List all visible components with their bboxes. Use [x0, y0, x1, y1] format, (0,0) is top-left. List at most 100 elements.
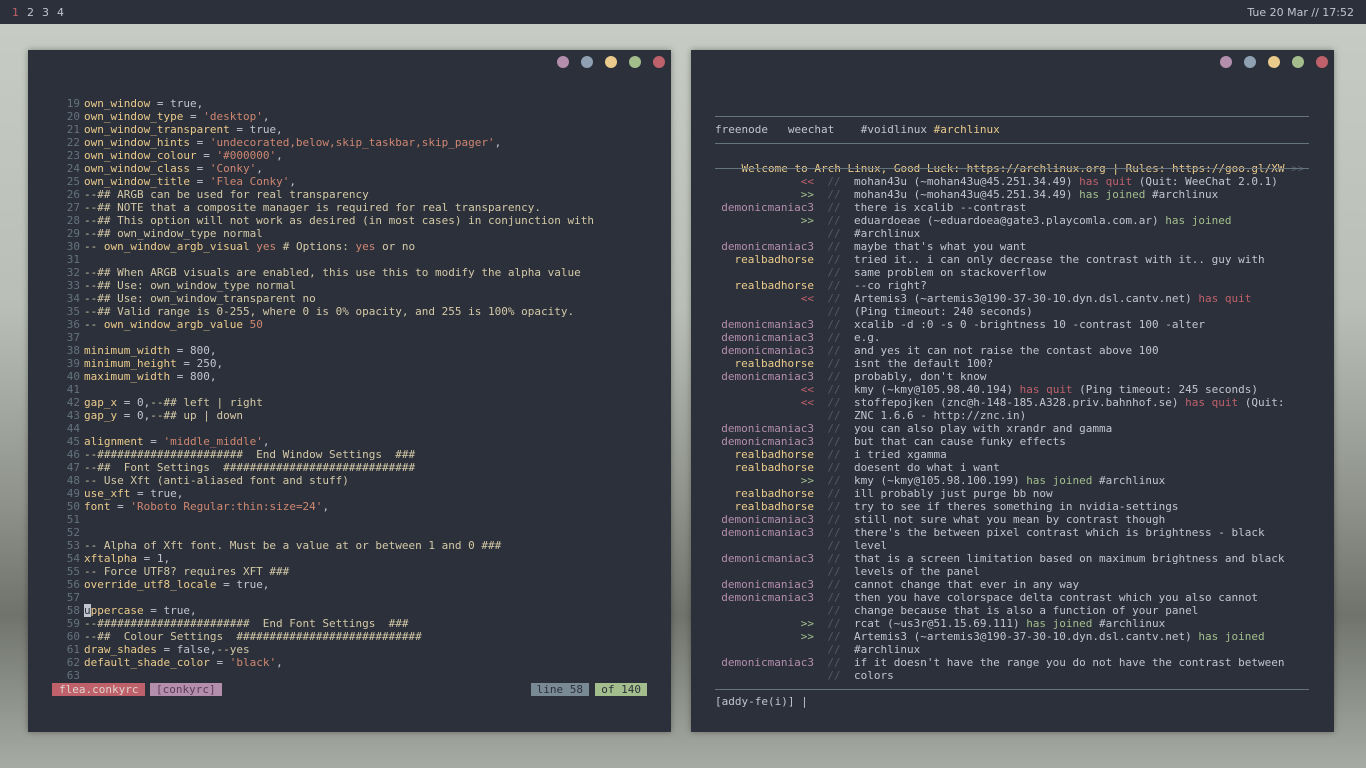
code-area[interactable]: 19 own_window = true, 20 own_window_type = …: [56, 97, 656, 682]
code-line[interactable]: 35 --## Valid range is 0-255, where 0 is …: [56, 305, 656, 318]
chat-window[interactable]: freenode weechat #voidlinux #archlinux W…: [691, 50, 1334, 732]
code-text: --## Use: own_window_transparent no: [84, 292, 316, 305]
chat-nick: realbadhorse: [734, 279, 814, 292]
code-line[interactable]: 57: [56, 591, 656, 604]
chat-message-text: still not sure what you mean by contrast…: [854, 513, 1166, 526]
workspace-4[interactable]: 4: [57, 6, 64, 19]
chat-separator: //: [827, 409, 841, 422]
buffer-freenode[interactable]: freenode: [715, 123, 768, 136]
window-button-1[interactable]: [557, 56, 569, 68]
code-line[interactable]: 41: [56, 383, 656, 396]
code-line[interactable]: 60 --## Colour Settings #################…: [56, 630, 656, 643]
code-line[interactable]: 39 minimum_height = 250,: [56, 357, 656, 370]
code-line[interactable]: 59 --####################### End Font Set…: [56, 617, 656, 630]
window-button-1[interactable]: [1220, 56, 1232, 68]
window-button-5[interactable]: [653, 56, 665, 68]
window-button-2[interactable]: [581, 56, 593, 68]
code-text: gap_y = 0,--## up | down: [84, 409, 243, 422]
code-line[interactable]: 58 uppercase = true,: [56, 604, 656, 617]
chat-separator: //: [827, 292, 841, 305]
chat-line: demonicmaniac3 // then you have colorspace…: [715, 591, 1311, 604]
window-button-2[interactable]: [1244, 56, 1256, 68]
code-line[interactable]: 48 -- Use Xft (anti-aliased font and stuf…: [56, 474, 656, 487]
code-line[interactable]: 33 --## Use: own_window_type normal: [56, 279, 656, 292]
code-line[interactable]: 29 --## own_window_type normal: [56, 227, 656, 240]
chat-line: // change because that is also a function…: [715, 604, 1311, 617]
code-line[interactable]: 50 font = 'Roboto Regular:thin:size=24',: [56, 500, 656, 513]
code-line[interactable]: 31: [56, 253, 656, 266]
code-line[interactable]: 54 xftalpha = 1,: [56, 552, 656, 565]
message-input[interactable]: [addy-fe(i)] |: [715, 695, 808, 708]
workspace-3[interactable]: 3: [42, 6, 49, 19]
code-line[interactable]: 36 -- own_window_argb_value 50: [56, 318, 656, 331]
window-button-5[interactable]: [1316, 56, 1328, 68]
code-line[interactable]: 25 own_window_title = 'Flea Conky',: [56, 175, 656, 188]
code-line[interactable]: 44: [56, 422, 656, 435]
code-line[interactable]: 53 -- Alpha of Xft font. Must be a value …: [56, 539, 656, 552]
chat-line: // ZNC 1.6.6 - http://znc.in): [715, 409, 1311, 422]
code-line[interactable]: 47 --## Font Settings ###################…: [56, 461, 656, 474]
code-line[interactable]: 37: [56, 331, 656, 344]
code-text: alignment = 'middle_middle',: [84, 435, 270, 448]
code-line[interactable]: 56 override_utf8_locale = true,: [56, 578, 656, 591]
workspace-2[interactable]: 2: [27, 6, 34, 19]
buffer-voidlinux[interactable]: #voidlinux: [861, 123, 927, 136]
chat-event: has quit: [1019, 383, 1073, 396]
chat-message: mohan43u (~mohan43u@45.251.34.49) has qu…: [854, 175, 1278, 188]
editor-window[interactable]: 19 own_window = true, 20 own_window_type = …: [28, 50, 671, 732]
chat-message: but that can cause funky effects: [854, 435, 1066, 448]
chat-nick: demonicmaniac3: [721, 318, 814, 331]
code-line[interactable]: 61 draw_shades = false,--yes: [56, 643, 656, 656]
code-line[interactable]: 21 own_window_transparent = true,: [56, 123, 656, 136]
code-line[interactable]: 51: [56, 513, 656, 526]
code-line[interactable]: 28 --## This option will not work as desi…: [56, 214, 656, 227]
window-button-3[interactable]: [605, 56, 617, 68]
window-button-4[interactable]: [629, 56, 641, 68]
chat-nick: demonicmaniac3: [721, 370, 814, 383]
code-line[interactable]: 43 gap_y = 0,--## up | down: [56, 409, 656, 422]
chat-separator: //: [827, 487, 841, 500]
code-line[interactable]: 19 own_window = true,: [56, 97, 656, 110]
window-button-3[interactable]: [1268, 56, 1280, 68]
buffer-weechat[interactable]: weechat: [788, 123, 834, 136]
chat-message: eduardoeae (~eduardoea@gate3.playcomla.c…: [854, 214, 1232, 227]
code-line[interactable]: 34 --## Use: own_window_transparent no: [56, 292, 656, 305]
buffer-archlinux[interactable]: #archlinux: [934, 123, 1000, 136]
chat-message-text: same problem on stackoverflow: [854, 266, 1047, 279]
chat-separator: //: [827, 500, 841, 513]
code-line[interactable]: 49 use_xft = true,: [56, 487, 656, 500]
chat-separator: //: [827, 331, 841, 344]
chat-nick: [715, 565, 814, 578]
chat-line: // levels of the panel: [715, 565, 1311, 578]
chat-message: you can also play with xrandr and gamma: [854, 422, 1112, 435]
code-line[interactable]: 42 gap_x = 0,--## left | right: [56, 396, 656, 409]
code-line[interactable]: 26 --## ARGB can be used for real transpa…: [56, 188, 656, 201]
code-line[interactable]: 22 own_window_hints = 'undecorated,below,…: [56, 136, 656, 149]
code-line[interactable]: 32 --## When ARGB visuals are enabled, th…: [56, 266, 656, 279]
buffer-list[interactable]: freenode weechat #voidlinux #archlinux: [715, 123, 1000, 136]
code-line[interactable]: 52: [56, 526, 656, 539]
code-line[interactable]: 45 alignment = 'middle_middle',: [56, 435, 656, 448]
window-button-4[interactable]: [1292, 56, 1304, 68]
code-text: own_window_hints = 'undecorated,below,sk…: [84, 136, 502, 149]
code-line[interactable]: 40 maximum_width = 800,: [56, 370, 656, 383]
code-line[interactable]: 24 own_window_class = 'Conky',: [56, 162, 656, 175]
chat-log: << // mohan43u (~mohan43u@45.251.34.49) ha…: [715, 175, 1311, 682]
workspace-1[interactable]: 1: [12, 6, 19, 19]
chat-nick: demonicmaniac3: [721, 344, 814, 357]
code-line[interactable]: 30 -- own_window_argb_visual yes # Option…: [56, 240, 656, 253]
code-line[interactable]: 63: [56, 669, 656, 682]
code-text: -- Use Xft (anti-aliased font and stuff): [84, 474, 349, 487]
line-number: 50: [66, 500, 80, 513]
code-line[interactable]: 62 default_shade_color = 'black',: [56, 656, 656, 669]
code-line[interactable]: 27 --## NOTE that a composite manager is …: [56, 201, 656, 214]
chat-message-text: then you have colorspace delta contrast …: [854, 591, 1258, 604]
window-buttons: [1208, 56, 1328, 68]
code-line[interactable]: 23 own_window_colour = '#000000',: [56, 149, 656, 162]
code-line[interactable]: 46 --###################### End Window Se…: [56, 448, 656, 461]
code-line[interactable]: 38 minimum_width = 800,: [56, 344, 656, 357]
chat-separator: //: [827, 370, 841, 383]
code-line[interactable]: 55 -- Force UTF8? requires XFT ###: [56, 565, 656, 578]
code-line[interactable]: 20 own_window_type = 'desktop',: [56, 110, 656, 123]
chat-separator: //: [827, 357, 841, 370]
